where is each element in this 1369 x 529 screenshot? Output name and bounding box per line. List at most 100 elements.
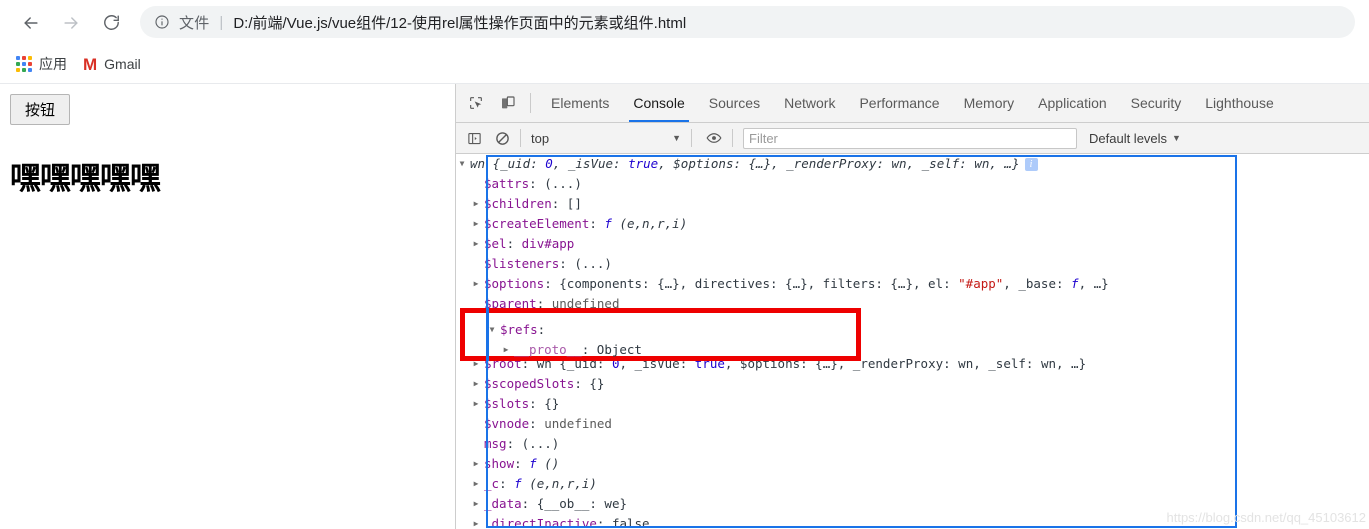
log-token: : <box>551 196 567 211</box>
log-token: (e,n,r,i) <box>529 476 597 491</box>
disclosure-closed-icon[interactable]: ▶ <box>500 340 512 360</box>
bookmark-apps[interactable]: 应用 <box>16 54 67 74</box>
log-token: { <box>492 156 501 171</box>
live-expression-eye-icon[interactable] <box>702 126 726 150</box>
log-token: _isVue <box>567 156 614 171</box>
log-token: f <box>1071 276 1079 291</box>
omnibox-separator: | <box>219 13 224 31</box>
disclosure-closed-icon[interactable]: ▶ <box>470 214 482 234</box>
log-token: : <box>559 256 575 271</box>
disclosure-closed-icon[interactable]: ▶ <box>470 454 482 474</box>
log-level-selector[interactable]: Default levels ▼ <box>1089 131 1181 146</box>
log-token: : {components: {…}, directives: {…}, fil… <box>544 276 959 291</box>
tab-memory[interactable]: Memory <box>952 84 1027 122</box>
devtools-tabbar: Elements Console Sources Network Perform… <box>456 84 1369 123</box>
console-log-row[interactable]: ▼ wn {_uid: 0, _isVue: true, $options: {…… <box>456 154 1369 174</box>
forward-arrow-icon <box>64 16 78 29</box>
disclosure-closed-icon[interactable]: ▶ <box>470 514 482 529</box>
tab-elements[interactable]: Elements <box>539 84 621 122</box>
log-token: $options <box>673 156 734 171</box>
chevron-down-icon: ▼ <box>1172 133 1181 143</box>
log-token: , <box>552 156 568 171</box>
log-token: "#app" <box>958 276 1004 291</box>
console-log-row[interactable]: ▶ $options: {components: {…}, directives:… <box>456 274 1369 294</box>
log-token: : <box>581 342 597 357</box>
disclosure-closed-icon[interactable]: ▶ <box>470 394 482 414</box>
filter-input[interactable]: Filter <box>743 127 1077 149</box>
disclosure-closed-icon[interactable]: ▶ <box>470 474 482 494</box>
console-log-row[interactable]: ▶ _c: f (e,n,r,i) <box>456 474 1369 494</box>
page-action-button[interactable]: 按钮 <box>10 94 71 125</box>
log-token: (e,n,r,i) <box>619 216 688 231</box>
log-token: true <box>628 156 659 171</box>
disclosure-open-icon[interactable]: ▼ <box>456 154 468 174</box>
tab-lighthouse[interactable]: Lighthouse <box>1193 84 1286 122</box>
log-token: $createElement <box>484 216 590 231</box>
log-token: f <box>604 216 620 231</box>
reload-button[interactable] <box>94 6 128 40</box>
disclosure-closed-icon[interactable]: ▶ <box>470 494 482 514</box>
log-token: : <box>589 216 605 231</box>
log-token: : <box>529 396 545 411</box>
site-info-icon[interactable] <box>154 14 170 30</box>
console-log-row[interactable]: ▶ show: f () <box>456 454 1369 474</box>
log-token: : <box>574 376 590 391</box>
log-token: : {…}, <box>733 156 787 171</box>
console-log-row[interactable]: ▶ $createElement: f (e,n,r,i) <box>456 214 1369 234</box>
tab-console[interactable]: Console <box>621 84 696 122</box>
tab-network[interactable]: Network <box>772 84 847 122</box>
log-token: {} <box>544 396 560 411</box>
back-button[interactable] <box>14 6 48 40</box>
disclosure-closed-icon[interactable]: ▶ <box>470 194 482 214</box>
log-token: $listeners <box>484 256 560 271</box>
execution-context-value: top <box>531 130 550 146</box>
info-badge-icon[interactable]: i <box>1024 158 1038 171</box>
log-token: _data <box>484 496 522 511</box>
forward-button[interactable] <box>54 6 88 40</box>
watermark: https://blog.csdn.net/qq_45103612 <box>1166 510 1367 525</box>
tab-security[interactable]: Security <box>1119 84 1194 122</box>
address-bar[interactable]: 文件 | D:/前端/Vue.js/vue组件/12-使用rel属性操作页面中的… <box>140 6 1355 38</box>
execution-context-selector[interactable]: top ▼ <box>527 131 685 146</box>
toolbar-divider-1 <box>520 129 521 147</box>
log-token: : <box>506 236 522 251</box>
console-log-row-highlighted[interactable]: ▶ __proto__: Object <box>460 340 861 360</box>
log-token: : <box>613 156 629 171</box>
device-toolbar-icon[interactable] <box>494 89 522 117</box>
console-log-row[interactable]: ▶ $children: [] <box>456 194 1369 214</box>
log-token: $attrs <box>484 176 530 191</box>
log-token: __proto__ <box>514 342 582 357</box>
disclosure-closed-icon[interactable]: ▶ <box>470 374 482 394</box>
console-log-area[interactable]: ▼ wn {_uid: 0, _isVue: true, $options: {…… <box>456 154 1369 529</box>
disclosure-closed-icon[interactable]: ▶ <box>470 274 482 294</box>
console-log-row[interactable]: $vnode: undefined <box>456 414 1369 434</box>
bookmark-gmail[interactable]: M Gmail <box>83 56 141 73</box>
console-log-row[interactable]: msg: (...) <box>456 434 1369 454</box>
clear-console-icon[interactable] <box>490 126 514 150</box>
console-log-row[interactable]: $listeners: (...) <box>456 254 1369 274</box>
console-log-row[interactable]: $attrs: (...) <box>456 174 1369 194</box>
console-log-row[interactable]: ▶ $scopedSlots: {} <box>456 374 1369 394</box>
log-token: : <box>530 156 546 171</box>
log-token: $el <box>484 236 507 251</box>
page-heading: 嘿嘿嘿嘿嘿 <box>10 161 161 197</box>
log-token: , …} <box>1078 276 1109 291</box>
console-log-row[interactable]: ▶ $slots: {} <box>456 394 1369 414</box>
log-token: , <box>658 156 674 171</box>
log-token: , _base: <box>1003 276 1072 291</box>
log-token: _self <box>921 156 960 171</box>
console-log-row[interactable]: ▶ $el: div#app <box>456 234 1369 254</box>
log-token: 0 <box>545 156 553 171</box>
log-token: () <box>544 456 560 471</box>
log-token: _directInactive <box>484 516 597 529</box>
tab-sources[interactable]: Sources <box>697 84 772 122</box>
console-sidebar-icon[interactable] <box>462 126 486 150</box>
console-log-row-highlighted[interactable]: ▼ $refs: <box>460 320 861 340</box>
tab-application[interactable]: Application <box>1026 84 1119 122</box>
disclosure-closed-icon[interactable]: ▶ <box>470 234 482 254</box>
tabbar-divider <box>530 93 531 113</box>
devtools-panel: Elements Console Sources Network Perform… <box>455 84 1369 529</box>
log-token: _uid <box>500 156 531 171</box>
tab-performance[interactable]: Performance <box>847 84 951 122</box>
inspect-element-icon[interactable] <box>462 89 490 117</box>
